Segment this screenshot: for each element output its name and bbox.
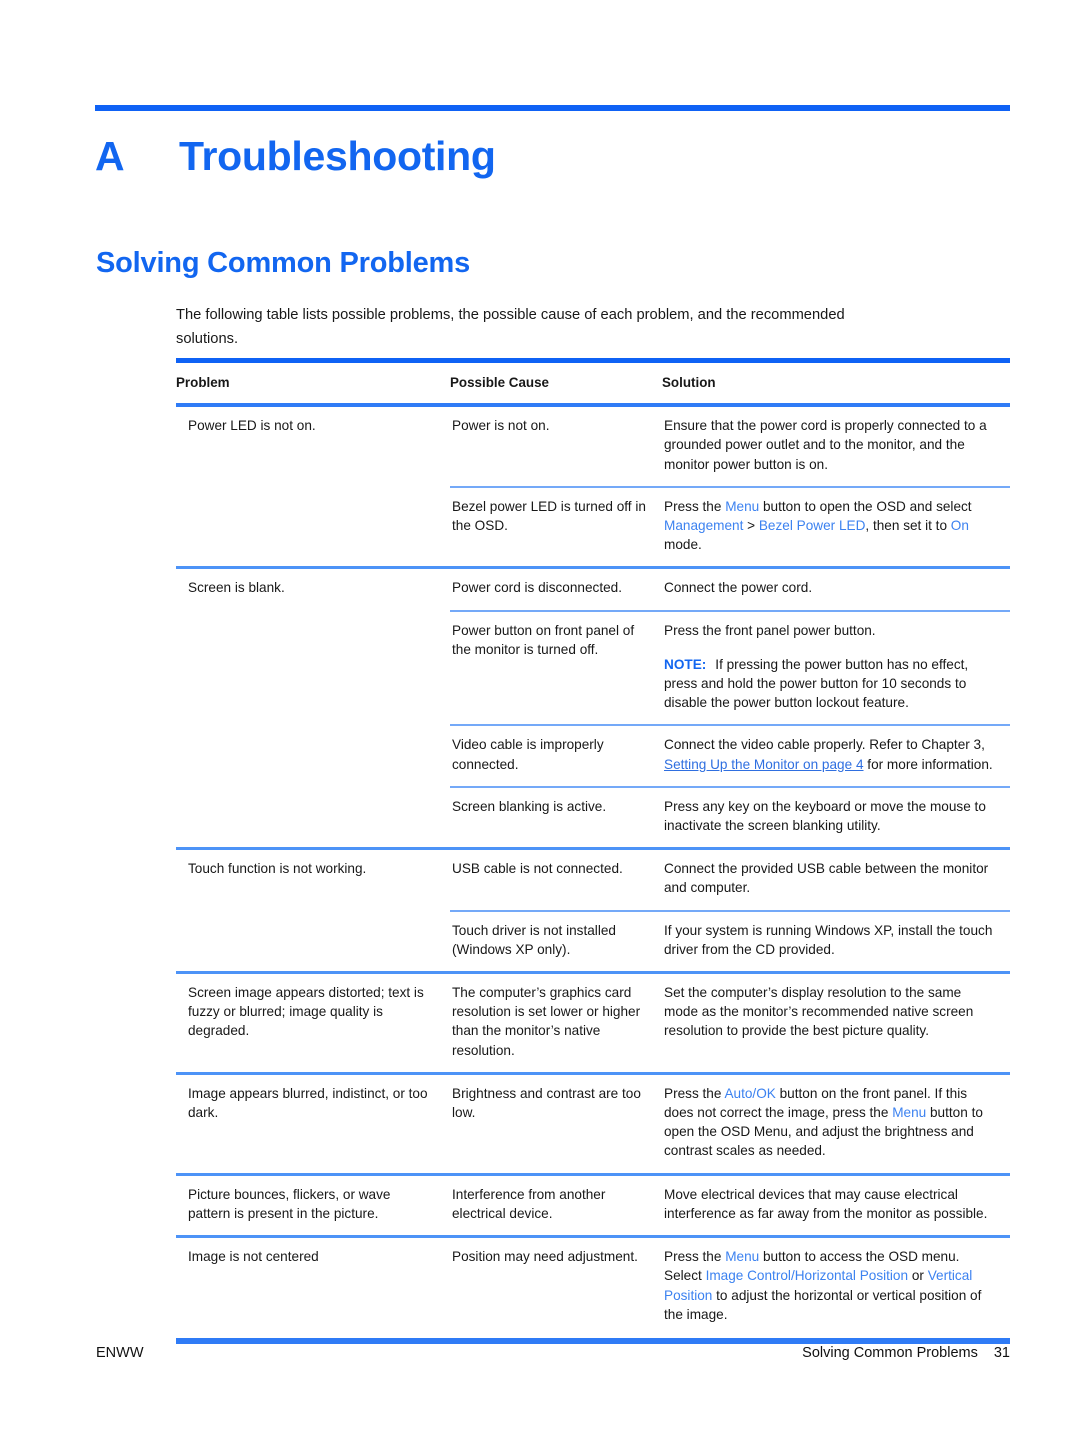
- page-title: A Troubleshooting: [95, 133, 995, 180]
- cell-possible-cause: The computer’s graphics card resolution …: [450, 971, 662, 1074]
- solution-text-run: Press the: [664, 1249, 726, 1265]
- table-row: Screen is blank. Power cord is disconnect…: [176, 566, 1010, 849]
- table-row: Screen image appears distorted; text is …: [176, 971, 1010, 1074]
- solution-text-run: Connect the video cable properly. Refer …: [664, 737, 985, 753]
- cell-solution: Press the Auto/OK button on the front pa…: [662, 1071, 1010, 1175]
- table-row: Touch function is not working. USB cable …: [176, 847, 1010, 973]
- page-number: 31: [993, 1345, 1010, 1361]
- cell-problem: Touch function is not working.: [176, 847, 450, 973]
- osd-term: Bezel Power LED: [758, 518, 866, 534]
- solution-text-run: Press the: [664, 1085, 725, 1101]
- solution-text: Connect the power cord.: [664, 580, 813, 596]
- cell-possible-cause: Interference from another electrical dev…: [450, 1172, 662, 1237]
- cell-solution: Move electrical devices that may cause e…: [662, 1172, 1010, 1237]
- chapter-title-text: Troubleshooting: [179, 133, 496, 179]
- solution-text: Connect the provided USB cable between t…: [664, 861, 989, 896]
- intro-paragraph: The following table lists possible probl…: [176, 307, 845, 347]
- solution-text-run: button to open the OSD and select: [759, 498, 972, 514]
- cell-possible-cause: Power button on front panel of the monit…: [450, 609, 662, 726]
- table-header-row: Problem Possible Cause Solution: [176, 358, 1010, 408]
- osd-term: Menu: [725, 1249, 760, 1265]
- solution-text: If your system is running Windows XP, in…: [664, 922, 993, 957]
- table-bottom-rule: [176, 1338, 1010, 1344]
- cell-solution: Press the Menu button to open the OSD an…: [662, 485, 1010, 568]
- osd-term: Auto/OK: [724, 1085, 776, 1101]
- cell-problem: Power LED is not on.: [188, 418, 316, 434]
- osd-term: Image Control/Horizontal Position: [705, 1268, 909, 1284]
- column-header-possible-cause: Possible Cause: [450, 358, 662, 408]
- cell-possible-cause: Position may need adjustment.: [450, 1235, 662, 1336]
- solution-text-run: >: [743, 518, 759, 534]
- cell-solution: Press the Menu button to access the OSD …: [662, 1235, 1010, 1336]
- cell-possible-cause: Power cord is disconnected.: [450, 566, 662, 611]
- cross-reference-link[interactable]: Setting Up the Monitor on page 4: [664, 757, 864, 772]
- table-row: Picture bounces, flickers, or wave patte…: [176, 1172, 1010, 1237]
- solution-text: Press any key on the keyboard or move th…: [664, 798, 986, 834]
- section-heading: Solving Common Problems: [96, 247, 471, 279]
- cell-solution: Ensure that the power cord is properly c…: [662, 405, 1010, 487]
- chapter-letter: A: [95, 133, 125, 179]
- cell-solution: Connect the provided USB cable between t…: [662, 847, 1010, 911]
- cell-possible-cause: Screen blanking is active.: [450, 785, 662, 849]
- osd-term: Management: [664, 518, 744, 534]
- cell-problem: Image appears blurred, indistinct, or to…: [176, 1071, 450, 1175]
- column-header-solution: Solution: [662, 358, 1010, 408]
- footer-locale: ENWW: [96, 1345, 144, 1361]
- solution-text-run: , then set it to: [865, 518, 951, 534]
- column-header-problem: Problem: [176, 358, 450, 408]
- solution-text-run: to adjust the horizontal or vertical pos…: [664, 1287, 982, 1322]
- cell-solution: If your system is running Windows XP, in…: [662, 909, 1010, 973]
- cell-solution: Connect the power cord.: [662, 566, 1010, 611]
- cell-problem: Screen is blank.: [176, 566, 450, 849]
- cell-solution: Connect the video cable properly. Refer …: [662, 724, 1010, 787]
- solution-text: Move electrical devices that may cause e…: [664, 1186, 988, 1221]
- footer-section-label: Solving Common Problems: [802, 1345, 978, 1361]
- osd-term: Menu: [725, 498, 760, 514]
- solution-text: Set the computer’s display resolution to…: [664, 985, 974, 1039]
- cell-problem: Picture bounces, flickers, or wave patte…: [176, 1172, 450, 1237]
- note-callout: NOTE: If pressing the power button has no…: [664, 655, 994, 713]
- cell-problem: Screen image appears distorted; text is …: [176, 971, 450, 1074]
- cell-possible-cause: Power is not on.: [452, 418, 550, 434]
- solution-text: Press the front panel power button.: [664, 622, 876, 638]
- note-label: NOTE:: [664, 656, 707, 672]
- cell-solution: Press the front panel power button. NOTE:…: [662, 609, 1010, 726]
- solution-text-run: or: [908, 1268, 928, 1284]
- cell-solution: Press any key on the keyboard or move th…: [662, 785, 1010, 849]
- table-row: Power LED is not on. Power is not on. Ensu…: [176, 405, 1010, 487]
- table-row: Image appears blurred, indistinct, or to…: [176, 1071, 1010, 1175]
- osd-term: On: [950, 518, 969, 534]
- document-page: A Troubleshooting Solving Common Problems…: [0, 0, 1080, 1437]
- cell-possible-cause: Brightness and contrast are too low.: [450, 1071, 662, 1175]
- osd-term: Menu: [892, 1105, 927, 1121]
- troubleshooting-table: Problem Possible Cause Solution Power LE…: [176, 358, 1010, 1336]
- solution-text-run: mode.: [664, 537, 702, 553]
- solution-text-run: for more information.: [863, 756, 993, 772]
- cell-solution: Set the computer’s display resolution to…: [662, 971, 1010, 1074]
- note-text: If pressing the power button has no effe…: [664, 656, 969, 711]
- solution-text-run: Press the: [664, 498, 726, 514]
- solution-text: Ensure that the power cord is properly c…: [664, 418, 987, 472]
- page-top-rule: [95, 105, 1010, 111]
- cell-possible-cause: Bezel power LED is turned off in the OSD…: [450, 485, 662, 568]
- cell-problem: Image is not centered: [176, 1235, 450, 1336]
- table-row: Image is not centered Position may need a…: [176, 1235, 1010, 1336]
- cell-possible-cause: USB cable is not connected.: [450, 847, 662, 911]
- cell-possible-cause: Video cable is improperly connected.: [450, 724, 662, 787]
- cell-possible-cause: Touch driver is not installed (Windows X…: [450, 909, 662, 973]
- footer-section: Solving Common Problems 31: [802, 1345, 1010, 1361]
- table-body: Power LED is not on. Power is not on. Ensu…: [176, 405, 1010, 1336]
